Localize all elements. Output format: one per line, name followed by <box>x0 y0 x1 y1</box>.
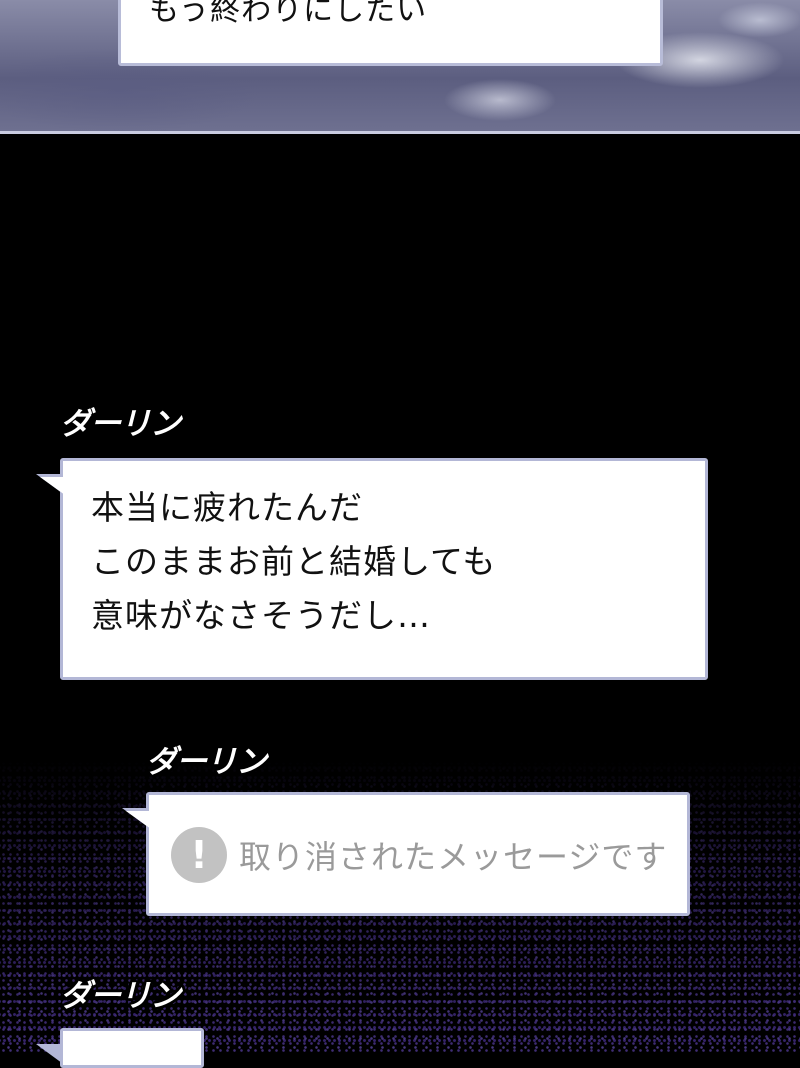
message-line: 意味がなさそうだし… <box>91 596 431 635</box>
sender-name: ダーリン <box>60 978 181 1014</box>
sender-name: ダーリン <box>146 744 267 780</box>
bubble-tail-fill <box>126 811 151 829</box>
deleted-message-content: ! 取り消されたメッセージです <box>171 827 667 883</box>
message-line: このままお前と結婚しても <box>91 542 497 581</box>
message-line: 本当に疲れたんだ <box>91 488 363 527</box>
bubble-tail-fill <box>40 477 65 495</box>
top-panel: もう終わりにしたい <box>0 0 800 134</box>
message-bubble-partial[interactable] <box>60 1028 204 1068</box>
message-body: 本当に疲れたんだ このままお前と結婚しても 意味がなさそうだし… <box>91 481 496 643</box>
deleted-message-text: 取り消されたメッセージです <box>239 838 668 876</box>
top-message-bubble: もう終わりにしたい <box>118 0 663 66</box>
message-bubble[interactable]: 本当に疲れたんだ このままお前と結婚しても 意味がなさそうだし… <box>60 458 708 680</box>
exclamation-icon: ! <box>171 827 227 883</box>
sender-name: ダーリン <box>60 406 181 442</box>
top-message-text: もう終わりにしたい <box>149 0 428 28</box>
deleted-message-bubble[interactable]: ! 取り消されたメッセージです <box>146 792 690 916</box>
